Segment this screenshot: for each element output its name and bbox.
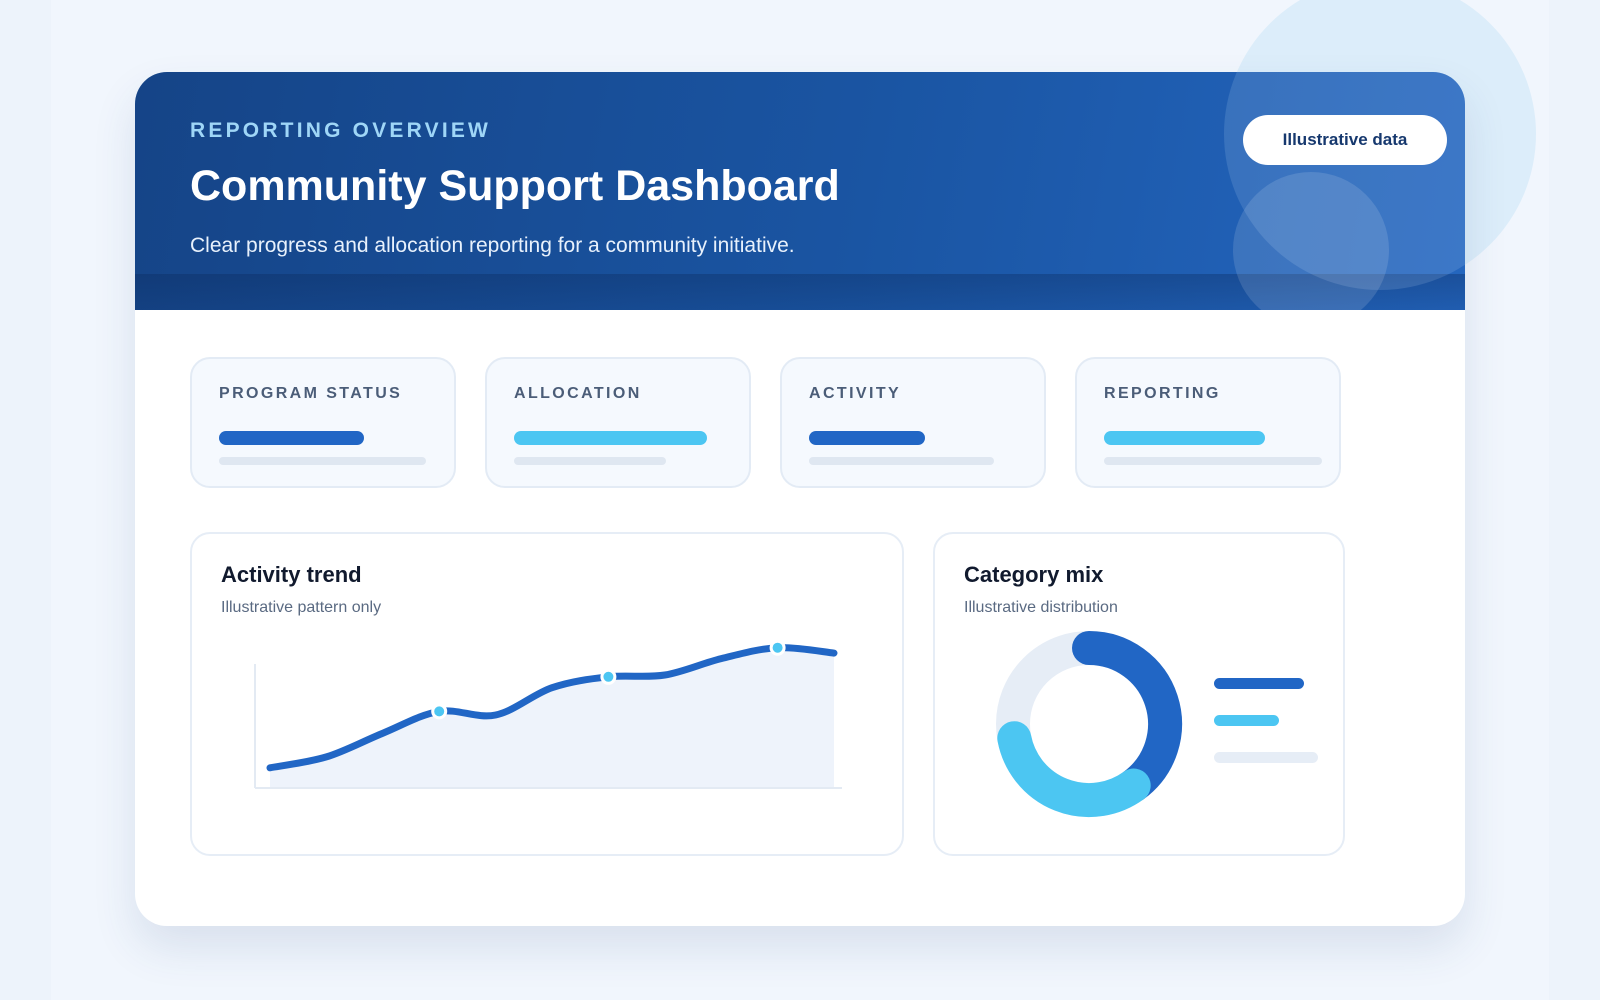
stat-track [809, 457, 994, 465]
category-donut-chart [996, 631, 1183, 818]
trend-highlight-point [600, 668, 617, 685]
page-background: REPORTING OVERVIEW Community Support Das… [51, 0, 1549, 1000]
stat-track [1104, 457, 1322, 465]
legend-item-2 [1214, 715, 1279, 726]
stat-label: PROGRAM STATUS [219, 385, 403, 402]
trend-highlight-point [431, 703, 448, 720]
activity-trend-chart [254, 639, 842, 789]
stat-progress-bar [219, 431, 364, 445]
stat-progress-bar [514, 431, 707, 445]
page-title: Community Support Dashboard [190, 162, 840, 210]
page-subtitle: Clear progress and allocation reporting … [190, 234, 795, 257]
stat-card-reporting: REPORTING [1075, 357, 1341, 488]
dashboard-card: REPORTING OVERVIEW Community Support Das… [135, 72, 1465, 926]
stat-card-allocation: ALLOCATION [485, 357, 751, 488]
dashboard-header: REPORTING OVERVIEW Community Support Das… [135, 72, 1465, 310]
category-mix-panel: Category mix Illustrative distribution [933, 532, 1345, 856]
stat-label: ALLOCATION [514, 385, 642, 402]
activity-trend-panel: Activity trend Illustrative pattern only [190, 532, 904, 856]
stat-progress-bar [1104, 431, 1265, 445]
legend-item-1 [1214, 678, 1304, 689]
stat-progress-bar [809, 431, 925, 445]
stat-card-program-status: PROGRAM STATUS [190, 357, 456, 488]
donut-slice-1 [1072, 631, 1183, 803]
illustrative-data-badge[interactable]: Illustrative data [1243, 115, 1447, 165]
header-eyebrow: REPORTING OVERVIEW [190, 119, 492, 142]
legend-item-3 [1214, 752, 1318, 763]
stat-track [219, 457, 426, 465]
trend-area-fill [270, 647, 834, 788]
trend-highlight-point [769, 639, 786, 656]
stat-card-activity: ACTIVITY [780, 357, 1046, 488]
stat-label: ACTIVITY [809, 385, 902, 402]
stat-track [514, 457, 666, 465]
stat-label: REPORTING [1104, 385, 1221, 402]
donut-slice-2 [997, 721, 1151, 818]
